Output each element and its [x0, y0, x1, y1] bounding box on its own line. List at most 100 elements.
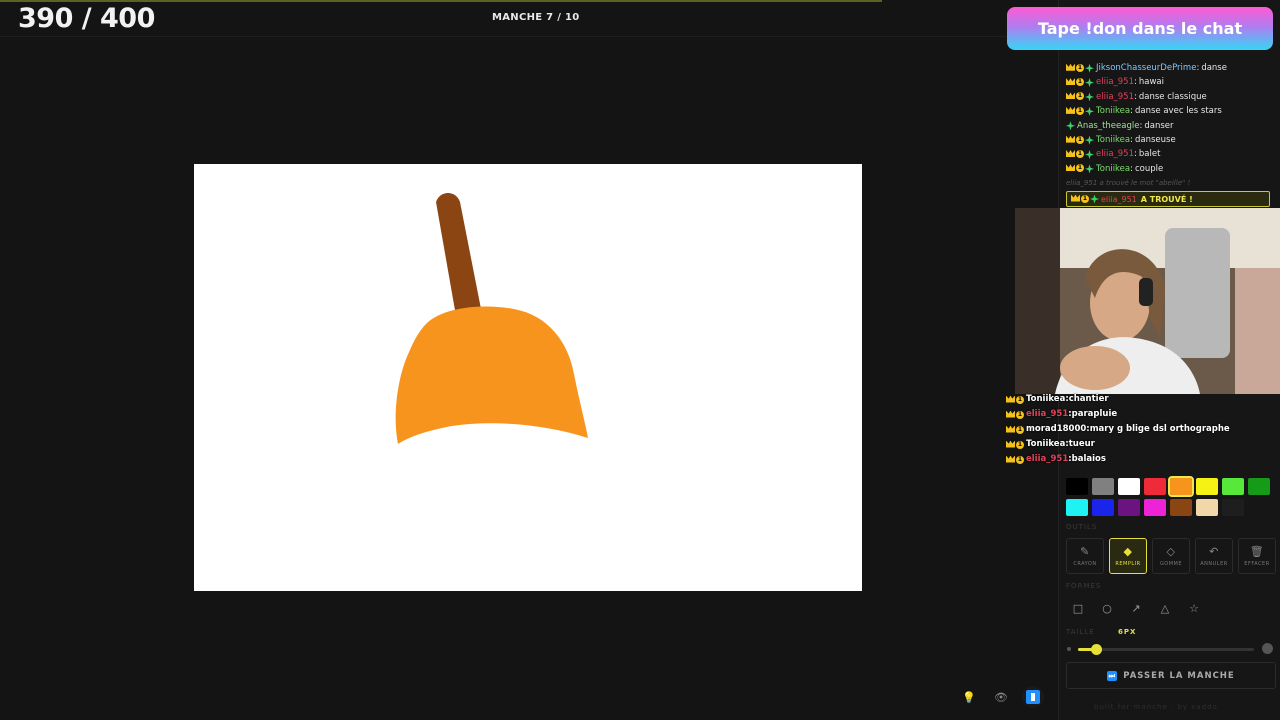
chat-username[interactable]: eliia_951	[1096, 147, 1134, 161]
color-swatch[interactable]	[1066, 499, 1088, 516]
chat-badges: 1	[1066, 78, 1094, 88]
shape-rectangle-icon[interactable]: □	[1066, 596, 1090, 620]
color-swatch[interactable]	[1118, 478, 1140, 495]
shape-ellipse-icon[interactable]: ○	[1095, 596, 1119, 620]
sub-badge-icon: 1	[1016, 425, 1024, 434]
crown-icon	[1066, 164, 1075, 172]
color-swatch[interactable]	[1196, 499, 1218, 516]
chat-username[interactable]: Toniikea	[1096, 104, 1130, 118]
chat-username[interactable]: eliia_951	[1096, 90, 1134, 104]
tool-crayon-button[interactable]: ✎ CRAYON	[1066, 538, 1104, 574]
crown-icon	[1066, 63, 1075, 71]
donation-banner: Tape !don dans le chat	[1007, 7, 1273, 50]
color-swatch[interactable]	[1092, 478, 1114, 495]
tool-label: EFFACER	[1244, 561, 1270, 567]
crown-icon	[1006, 395, 1015, 403]
overlay-badges: 1	[1006, 455, 1024, 464]
chat-badges: 1	[1066, 150, 1094, 160]
overlay-chat-message: 1 morad18000: mary g blige dsl orthographe	[1006, 422, 1276, 437]
color-swatch[interactable]	[1196, 478, 1218, 495]
color-swatch[interactable]	[1222, 478, 1244, 495]
sub-badge-icon: 1	[1081, 194, 1089, 203]
drawing-canvas[interactable]	[194, 164, 862, 591]
chat-message: 1 eliia_951: hawai	[1066, 75, 1276, 89]
overlay-text: parapluie	[1071, 409, 1118, 419]
overlay-chat-message: 1 eliia_951: balaios	[1006, 452, 1276, 467]
pause-icon[interactable]	[1022, 686, 1044, 708]
sub-badge-icon: 1	[1076, 63, 1084, 72]
size-label: TAILLE	[1066, 628, 1095, 636]
chat-message: 1 eliia_951: danse classique	[1066, 90, 1276, 104]
drawing-svg	[395, 193, 588, 444]
sub-badge-icon: 1	[1076, 78, 1084, 87]
color-swatch[interactable]	[1144, 478, 1166, 495]
round-indicator: MANCHE 7 / 10	[492, 12, 580, 23]
shape-star-icon[interactable]: ☆	[1182, 596, 1206, 620]
size-value: 6PX	[1118, 628, 1137, 636]
color-swatch[interactable]	[1066, 478, 1088, 495]
shape-arrow-icon[interactable]: ↗	[1124, 596, 1148, 620]
chat-badges: 1	[1066, 63, 1094, 73]
star-badge-icon	[1085, 63, 1094, 73]
sub-badge-icon: 1	[1016, 455, 1024, 464]
palette-row-1	[1066, 476, 1276, 497]
chat-text: hawai	[1138, 77, 1164, 88]
size-slider-knob[interactable]	[1090, 644, 1102, 655]
tool-gomme-button[interactable]: ◇ GOMME	[1152, 538, 1190, 574]
color-swatch[interactable]	[1118, 499, 1140, 516]
overlay-text: chantier	[1068, 394, 1109, 404]
eye-icon[interactable]: 👁	[990, 686, 1012, 708]
chat-text: balet	[1138, 149, 1161, 160]
overlay-username: Toniikea	[1026, 394, 1066, 404]
chat-message: 1 Toniikea: danseuse	[1066, 133, 1276, 147]
tool-effacer-button[interactable]: 🗑 EFFACER	[1238, 538, 1276, 574]
color-swatch[interactable]	[1222, 499, 1244, 516]
chat-username[interactable]: Anas_theeagle	[1077, 119, 1139, 133]
color-swatch[interactable]	[1170, 499, 1192, 516]
remplir-icon: ◆	[1123, 545, 1133, 558]
overlay-username: eliia_951	[1026, 409, 1069, 419]
webcam-image	[1015, 208, 1280, 394]
color-swatch[interactable]	[1144, 499, 1166, 516]
crown-icon	[1006, 440, 1015, 448]
shapes-label: FORMES	[1066, 582, 1102, 590]
chat-username[interactable]: Toniikea	[1096, 162, 1130, 176]
color-swatch[interactable]	[1092, 499, 1114, 516]
drawing-body	[395, 306, 588, 444]
overlay-badges: 1	[1006, 440, 1024, 449]
crown-icon	[1066, 78, 1075, 86]
sub-badge-icon: 1	[1076, 135, 1084, 144]
chat-username[interactable]: eliia_951	[1096, 75, 1134, 89]
skip-round-button[interactable]: ⏭ PASSER LA MANCHE	[1066, 662, 1276, 689]
gomme-icon: ◇	[1166, 545, 1176, 558]
chat-username[interactable]: JiksonChasseurDePrime	[1096, 61, 1196, 75]
crown-icon	[1071, 194, 1080, 202]
star-badge-icon	[1066, 121, 1075, 131]
chat-text: danse avec les stars	[1135, 106, 1222, 117]
chat-badges: 1	[1066, 135, 1094, 145]
lightbulb-icon[interactable]: 💡	[958, 686, 980, 708]
crown-icon	[1066, 150, 1075, 158]
overlay-badges: 1	[1006, 410, 1024, 419]
sub-badge-icon: 1	[1076, 106, 1084, 115]
tool-remplir-button[interactable]: ◆ REMPLIR	[1109, 538, 1147, 574]
overlay-text: balaios	[1071, 454, 1106, 464]
tool-label: GOMME	[1159, 561, 1183, 567]
chat-message: 1 eliia_951: balet	[1066, 147, 1276, 161]
size-slider[interactable]	[1078, 644, 1254, 655]
crown-icon	[1006, 425, 1015, 433]
chat-message: Anas_theeagle: danser	[1066, 119, 1276, 133]
tool-annuler-button[interactable]: ↶ ANNULER	[1195, 538, 1233, 574]
tool-label: REMPLIR	[1115, 561, 1141, 567]
color-swatch[interactable]	[1168, 476, 1194, 497]
star-badge-icon	[1085, 78, 1094, 88]
top-bar: 390 / 400 MANCHE 7 / 10	[0, 0, 1058, 37]
overlay-badges: 1	[1006, 425, 1024, 434]
chat-username[interactable]: Toniikea	[1096, 133, 1130, 147]
color-swatch[interactable]	[1248, 478, 1270, 495]
crayon-icon: ✎	[1080, 545, 1090, 558]
size-min-dot	[1067, 647, 1071, 651]
crown-icon	[1006, 455, 1015, 463]
crown-icon	[1066, 135, 1075, 143]
shape-triangle-icon[interactable]: △	[1153, 596, 1177, 620]
